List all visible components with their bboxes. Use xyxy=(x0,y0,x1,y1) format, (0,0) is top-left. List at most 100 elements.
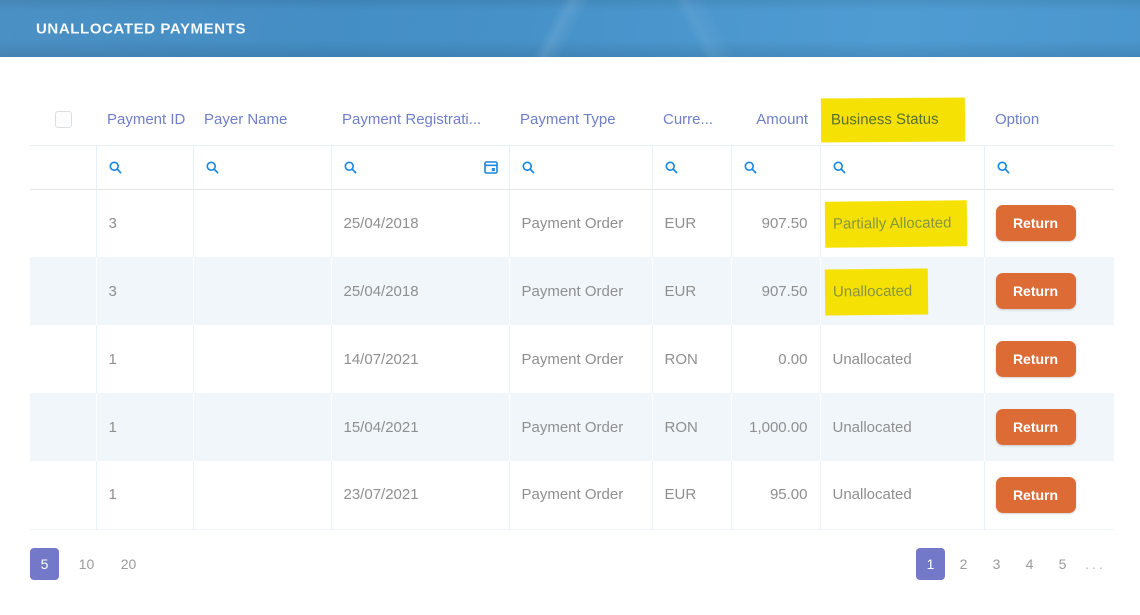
column-header-currency[interactable]: Curre... xyxy=(652,95,731,145)
filter-cell-business-status[interactable] xyxy=(820,145,984,189)
cell-registration-date: 23/07/2021 xyxy=(331,461,509,529)
cell-payment-type: Payment Order xyxy=(509,325,652,393)
cell-payer-name xyxy=(193,257,331,325)
cell-amount: 0.00 xyxy=(731,325,820,393)
unallocated-payments-table: Payment ID Payer Name Payment Registrati… xyxy=(30,95,1114,530)
table-row: 3 25/04/2018 Payment Order EUR 907.50 Pa… xyxy=(30,189,1114,257)
column-header-registration-date[interactable]: Payment Registrati... xyxy=(331,95,509,145)
return-button[interactable]: Return xyxy=(996,409,1076,445)
page-4[interactable]: 4 xyxy=(1015,548,1044,580)
filter-cell-amount[interactable] xyxy=(731,145,820,189)
filter-cell-currency[interactable] xyxy=(652,145,731,189)
business-status-text: Unallocated xyxy=(833,351,912,368)
cell-payment-id: 3 xyxy=(96,257,193,325)
filter-cell-option[interactable] xyxy=(984,145,1114,189)
cell-option: Return xyxy=(984,189,1114,257)
main-content: Payment ID Payer Name Payment Registrati… xyxy=(0,57,1140,580)
cell-registration-date: 14/07/2021 xyxy=(331,325,509,393)
filter-cell-registration-date[interactable] xyxy=(331,145,509,189)
business-status-highlight: Business Status xyxy=(821,98,965,143)
cell-payment-id: 1 xyxy=(96,393,193,461)
cell-amount: 907.50 xyxy=(731,257,820,325)
cell-row-select xyxy=(30,257,96,325)
cell-payment-type: Payment Order xyxy=(509,189,652,257)
column-header-option[interactable]: Option xyxy=(984,95,1114,145)
return-button[interactable]: Return xyxy=(996,205,1076,241)
page-5[interactable]: 5 xyxy=(1048,548,1077,580)
filter-cell-payer-name[interactable] xyxy=(193,145,331,189)
cell-payment-type: Payment Order xyxy=(509,393,652,461)
cell-business-status: Partially Allocated xyxy=(820,189,984,257)
cell-currency: EUR xyxy=(652,257,731,325)
search-icon[interactable] xyxy=(205,160,220,175)
return-button[interactable]: Return xyxy=(996,341,1076,377)
cell-row-select xyxy=(30,325,96,393)
payment-id-filter-input[interactable] xyxy=(129,159,183,175)
page-ellipsis[interactable]: ... xyxy=(1081,548,1110,580)
filter-row xyxy=(30,145,1114,189)
cell-row-select xyxy=(30,461,96,529)
payment-type-filter-input[interactable] xyxy=(542,159,642,175)
page-header-banner: UNALLOCATED PAYMENTS xyxy=(0,0,1140,57)
cell-business-status: Unallocated xyxy=(820,461,984,529)
search-icon[interactable] xyxy=(343,160,358,175)
cell-option: Return xyxy=(984,257,1114,325)
page-size-20[interactable]: 20 xyxy=(114,548,143,580)
column-header-payment-type[interactable]: Payment Type xyxy=(509,95,652,145)
cell-amount: 907.50 xyxy=(731,189,820,257)
select-all-checkbox[interactable] xyxy=(55,111,72,128)
filter-cell-payment-type[interactable] xyxy=(509,145,652,189)
search-icon[interactable] xyxy=(743,160,758,175)
cell-registration-date: 25/04/2018 xyxy=(331,189,509,257)
column-header-business-status[interactable]: Business Status xyxy=(820,95,984,145)
business-status-highlight: Partially Allocated xyxy=(824,200,967,247)
cell-payment-id: 3 xyxy=(96,189,193,257)
page-size-selector: 5 10 20 xyxy=(30,548,156,580)
cell-payment-type: Payment Order xyxy=(509,461,652,529)
cell-row-select xyxy=(30,189,96,257)
cell-currency: EUR xyxy=(652,461,731,529)
page-1[interactable]: 1 xyxy=(916,548,945,580)
cell-currency: EUR xyxy=(652,189,731,257)
search-icon[interactable] xyxy=(521,160,536,175)
currency-filter-input[interactable] xyxy=(685,159,721,175)
search-icon[interactable] xyxy=(996,160,1011,175)
search-icon[interactable] xyxy=(108,160,123,175)
filter-cell-payment-id[interactable] xyxy=(96,145,193,189)
business-status-filter-input[interactable] xyxy=(853,159,974,175)
cell-option: Return xyxy=(984,393,1114,461)
cell-payer-name xyxy=(193,189,331,257)
cell-currency: RON xyxy=(652,325,731,393)
cell-amount: 95.00 xyxy=(731,461,820,529)
filter-cell-checkbox xyxy=(30,145,96,189)
page-size-10[interactable]: 10 xyxy=(72,548,101,580)
cell-registration-date: 25/04/2018 xyxy=(331,257,509,325)
calendar-icon[interactable] xyxy=(483,159,499,175)
cell-option: Return xyxy=(984,461,1114,529)
table-footer: 5 10 20 1 2 3 4 5 ... xyxy=(30,548,1114,580)
option-filter-input[interactable] xyxy=(1017,159,1105,175)
search-icon[interactable] xyxy=(832,160,847,175)
cell-business-status: Unallocated xyxy=(820,257,984,325)
payer-name-filter-input[interactable] xyxy=(226,159,321,175)
cell-business-status: Unallocated xyxy=(820,393,984,461)
cell-currency: RON xyxy=(652,393,731,461)
cell-payer-name xyxy=(193,325,331,393)
column-header-amount[interactable]: Amount xyxy=(731,95,820,145)
return-button[interactable]: Return xyxy=(996,477,1076,513)
business-status-text: Unallocated xyxy=(833,486,912,503)
column-header-payer-name[interactable]: Payer Name xyxy=(193,95,331,145)
cell-payment-id: 1 xyxy=(96,461,193,529)
amount-filter-input[interactable] xyxy=(764,159,810,175)
page-size-5[interactable]: 5 xyxy=(30,548,59,580)
column-header-payment-id[interactable]: Payment ID xyxy=(96,95,193,145)
cell-payer-name xyxy=(193,461,331,529)
page-3[interactable]: 3 xyxy=(982,548,1011,580)
cell-payment-id: 1 xyxy=(96,325,193,393)
page-2[interactable]: 2 xyxy=(949,548,978,580)
registration-date-filter-input[interactable] xyxy=(364,159,477,175)
business-status-highlight: Unallocated xyxy=(824,268,928,315)
return-button[interactable]: Return xyxy=(996,273,1076,309)
table-row: 1 23/07/2021 Payment Order EUR 95.00 Una… xyxy=(30,461,1114,529)
search-icon[interactable] xyxy=(664,160,679,175)
